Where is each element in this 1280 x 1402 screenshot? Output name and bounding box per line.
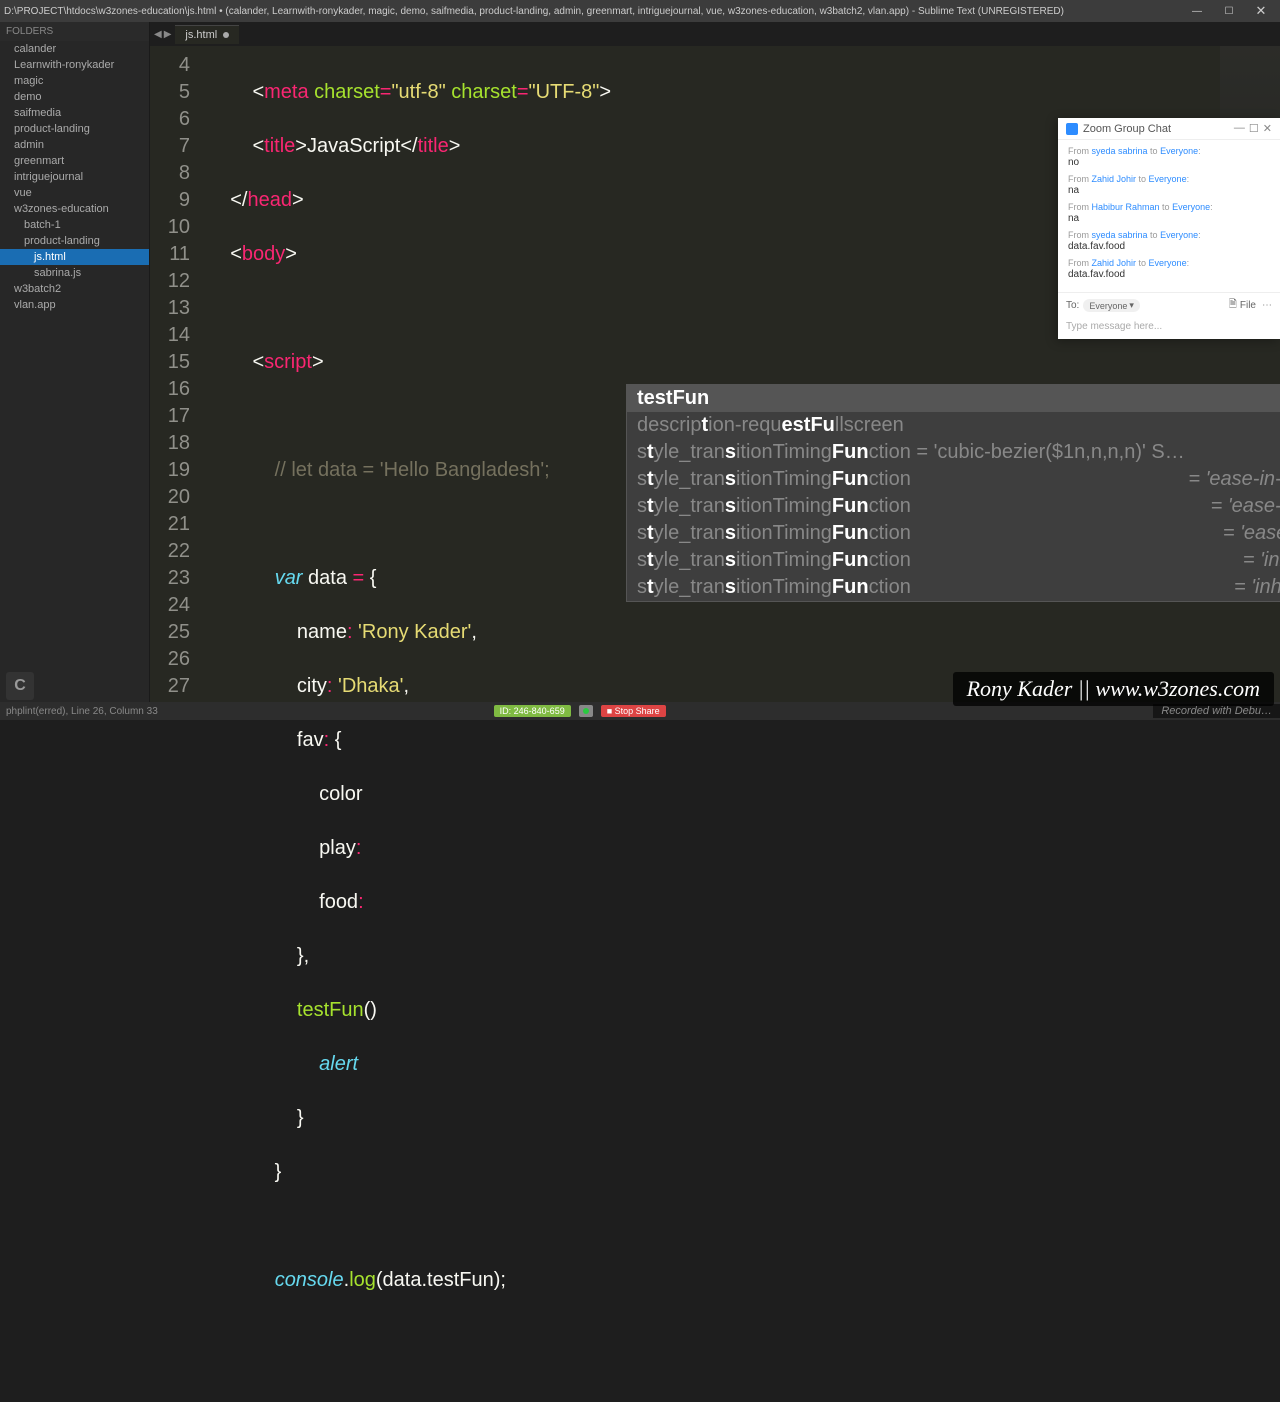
tab-label: js.html [185,29,217,41]
autocomplete-item[interactable]: style_transitionTimingFunction= 'ease-ou… [627,493,1280,520]
tab-jshtml[interactable]: js.html [175,25,239,44]
sidebar-item[interactable]: batch-1 [0,217,149,233]
zoom-more-button[interactable]: ⋯ [1262,300,1272,311]
sidebar-item[interactable]: product-landing [0,233,149,249]
zoom-message-input[interactable]: Type message here... [1066,318,1272,335]
zoom-maximize-button[interactable]: ☐ [1249,122,1259,135]
video-watermark: Rony Kader || www.w3zones.com [953,672,1274,706]
autocomplete-item[interactable]: description-requestFullscreenElement [627,412,1280,439]
zoom-message: From syeda sabrina to Everyone:no [1068,146,1270,168]
autocomplete-item[interactable]: style_transitionTimingFunction= 'ease-in… [627,520,1280,547]
file-icon: 🗎 [1229,297,1237,314]
zoom-message: From syeda sabrina to Everyone:data.fav.… [1068,230,1270,252]
minimize-button[interactable]: — [1182,1,1212,21]
sidebar-item[interactable]: product-landing [0,121,149,137]
zoom-to-label: To: [1066,300,1079,311]
zoom-minimize-button[interactable]: — [1234,122,1245,135]
tab-row: ◀ ▶ js.html [150,22,1280,46]
chevron-down-icon: ▾ [1129,300,1134,311]
autocomplete-item[interactable]: style_transitionTimingFunction= 'initial… [627,547,1280,574]
zoom-file-button[interactable]: 🗎 File [1229,297,1256,314]
close-button[interactable]: ✕ [1246,1,1276,21]
zoom-message: From Zahid Johir to Everyone:data.fav.fo… [1068,258,1270,280]
modified-dot-icon [223,32,229,38]
tab-next-icon[interactable]: ▶ [164,29,172,40]
sidebar-item[interactable]: Learnwith-ronykader [0,57,149,73]
zoom-app-icon [1066,123,1078,135]
sidebar-item[interactable]: admin [0,137,149,153]
sidebar-header: FOLDERS [0,22,149,41]
sidebar-item[interactable]: calander [0,41,149,57]
autocomplete-popup[interactable]: testFundescription-requestFullscreenElem… [626,384,1280,602]
titlebar: D:\PROJECT\htdocs\w3zones-education\js.h… [0,0,1280,22]
status-lint: phplint(erred), Line 26, Column 33 [6,706,158,717]
stop-share-button[interactable]: ■ Stop Share [601,705,666,717]
zoom-message-list: From syeda sabrina to Everyone:no From Za… [1058,140,1280,292]
line-gutter: 4567891011121314151617181920212223242526… [150,46,198,702]
autocomplete-item[interactable]: style_transitionTimingFunction = 'cubic-… [627,439,1280,466]
tab-prev-icon[interactable]: ◀ [154,29,162,40]
sidebar-item[interactable]: sabrina.js [0,265,149,281]
status-id-badge[interactable]: ID: 246-840-659 [494,705,571,717]
autocomplete-item[interactable]: style_transitionTimingFunction= 'inherit… [627,574,1280,601]
window-title: D:\PROJECT\htdocs\w3zones-education\js.h… [4,6,1064,17]
autocomplete-item[interactable]: style_transitionTimingFunction= 'ease-in… [627,466,1280,493]
status-recording [579,705,593,717]
sidebar-item[interactable]: w3batch2 [0,281,149,297]
sidebar-item[interactable]: js.html [0,249,149,265]
sidebar-item[interactable]: intriguejournal [0,169,149,185]
app-logo-icon: C [6,672,34,700]
zoom-title: Zoom Group Chat [1083,123,1171,135]
sidebar-item[interactable]: greenmart [0,153,149,169]
sidebar-item[interactable]: demo [0,89,149,105]
zoom-close-button[interactable]: ✕ [1263,122,1272,135]
zoom-chat-window[interactable]: Zoom Group Chat — ☐ ✕ From syeda sabrina… [1058,118,1280,339]
maximize-button[interactable]: ☐ [1214,1,1244,21]
zoom-recipient-select[interactable]: Everyone ▾ [1083,299,1140,312]
autocomplete-item[interactable]: testFun [627,385,1280,412]
zoom-message: From Zahid Johir to Everyone:na [1068,174,1270,196]
zoom-message: From Habibur Rahman to Everyone:na [1068,202,1270,224]
sidebar-item[interactable]: vlan.app [0,297,149,313]
sidebar-item[interactable]: saifmedia [0,105,149,121]
sidebar-item[interactable]: magic [0,73,149,89]
sidebar-item[interactable]: vue [0,185,149,201]
sidebar-item[interactable]: w3zones-education [0,201,149,217]
sidebar: FOLDERS calanderLearnwith-ronykadermagic… [0,22,150,702]
recording-watermark: Recorded with Debu… [1153,704,1280,718]
